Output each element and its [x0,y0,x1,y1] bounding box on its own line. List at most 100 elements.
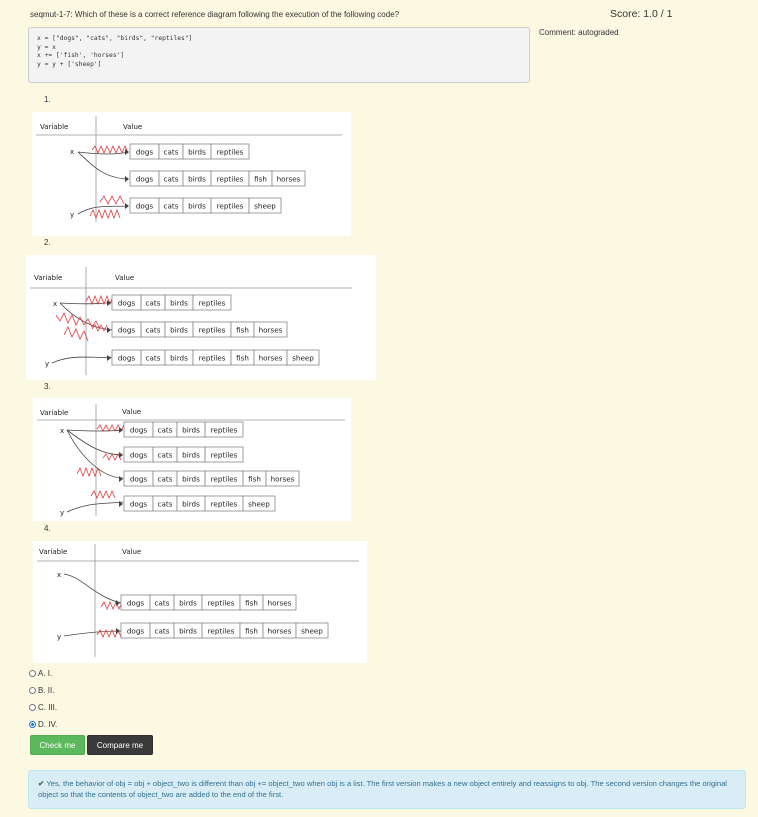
list-cell-label: horses [277,175,301,184]
choice-d[interactable]: D. IV. [29,716,57,733]
variable-y: y [60,509,64,517]
arrow-head [125,203,129,209]
list-cell-label: reptiles [208,599,235,608]
choice-label: C. III. [38,703,58,712]
value-header: Value [122,548,141,556]
choice-b[interactable]: B. II. [29,682,57,699]
variable-x: x [70,148,74,156]
list-cell-label: reptiles [217,148,244,157]
radio-d[interactable] [29,721,36,728]
list-cell-label: birds [182,451,200,460]
variable-y: y [57,633,61,641]
question-text: seqmut-1-7: Which of these is a correct … [30,10,400,19]
list-cell-label: cats [164,202,179,211]
diagram-number: 3. [44,382,51,391]
list-cell-label: reptiles [211,426,238,435]
choice-c[interactable]: C. III. [29,699,57,716]
list-cell-label: reptiles [211,500,238,509]
list-cell-label: reptiles [199,299,226,308]
arrow-head [107,355,111,361]
list-cell-label: birds [182,500,200,509]
code-line: x = ["dogs", "cats", "birds", "reptiles"… [37,35,193,42]
list-cell-label: birds [170,354,188,363]
arrow-head [119,452,123,458]
list-row: dogs cats birds reptiles sheep [125,197,282,214]
reference-arrows [63,573,122,637]
list-cell-label: cats [164,148,179,157]
choice-label: D. IV. [38,720,58,729]
feedback-text: Yes, the behavior of obj = obj + object_… [38,779,727,799]
compare-me-button[interactable]: Compare me [87,735,153,755]
list-cell-label: dogs [130,426,148,435]
choice-a[interactable]: A. I. [29,665,57,682]
choice-label: A. I. [38,669,53,678]
list-cell-label: cats [155,627,170,636]
list-cell-label: fish [245,599,258,608]
score-label: Score: 1.0 / 1 [610,8,673,20]
arrow-head [107,327,111,333]
list-cell-label: fish [236,354,249,363]
list-cell-label: birds [188,148,206,157]
variable-header: Variable [40,409,68,417]
reference-arrows [77,151,129,215]
list-cell-label: birds [182,426,200,435]
radio-b[interactable] [29,687,36,694]
list-row: dogs cats birds reptiles sheep [119,495,276,512]
list-row: dogs cats birds reptiles [119,446,244,463]
variable-header: Variable [40,123,68,131]
feedback-message: ✔ Yes, the behavior of obj = obj + object… [28,770,746,809]
list-cell-label: reptiles [217,202,244,211]
variable-y: y [45,360,49,368]
list-cell-label: cats [146,299,161,308]
list-cell-label: birds [188,202,206,211]
arrow-head [116,600,120,606]
value-header: Value [115,274,134,282]
list-cell-label: reptiles [208,627,235,636]
list-cell-label: birds [182,475,200,484]
list-row: dogs cats birds reptiles fish horses sheep [107,349,320,366]
code-line: x += ['fish', 'horses'] [37,52,125,59]
strike-scribbles [76,424,128,500]
list-cell-label: reptiles [211,475,238,484]
variable-x: x [60,427,64,435]
list-cell-label: birds [179,599,197,608]
checkmark-icon: ✔ [38,779,45,788]
variable-x: x [57,571,61,579]
check-me-button[interactable]: Check me [30,735,85,755]
reference-diagram-4: Variable Value x y dogs cats birds reptiles… [33,541,367,663]
choice-label: B. II. [38,686,55,695]
list-cell-label: sheep [301,627,323,636]
list-cell-label: horses [268,627,292,636]
arrow-head [119,476,123,482]
diagram-number: 1. [44,95,51,104]
arrow-head [125,176,129,182]
list-cell-label: dogs [118,326,136,335]
list-cell-label: birds [188,175,206,184]
list-row: dogs cats birds reptiles [125,143,250,160]
list-row: dogs cats birds reptiles fish horses [107,321,288,338]
question-id: seqmut-1-7 [30,10,71,19]
variable-header: Variable [34,274,62,282]
list-cell-label: horses [271,475,295,484]
list-cell-label: birds [170,299,188,308]
diagram-number: 4. [44,524,51,533]
list-row: dogs cats birds reptiles fish horses [125,170,306,187]
list-cell-label: dogs [136,175,154,184]
radio-a[interactable] [29,670,36,677]
list-row: dogs cats birds reptiles fish horses [119,470,300,487]
list-cell-label: fish [254,175,267,184]
list-cell-label: dogs [130,500,148,509]
list-cell-label: cats [155,599,170,608]
value-header: Value [122,408,141,416]
list-cell-label: dogs [118,354,136,363]
reference-diagram-1: Variable Value x y dogs cats birds reptiles… [32,112,351,236]
code-line: y = y + ['sheep'] [37,60,102,68]
diagram-number: 2. [44,238,51,247]
list-cell-label: fish [245,627,258,636]
strike-scribbles [96,600,125,639]
list-cell-label: fish [248,475,261,484]
list-cell-label: fish [236,326,249,335]
reference-diagram-3: Variable Value x y dogs cats birds reptiles… [33,398,351,521]
reference-diagram-2: Variable Value x y dogs cats birds reptiles… [26,255,376,380]
radio-c[interactable] [29,704,36,711]
